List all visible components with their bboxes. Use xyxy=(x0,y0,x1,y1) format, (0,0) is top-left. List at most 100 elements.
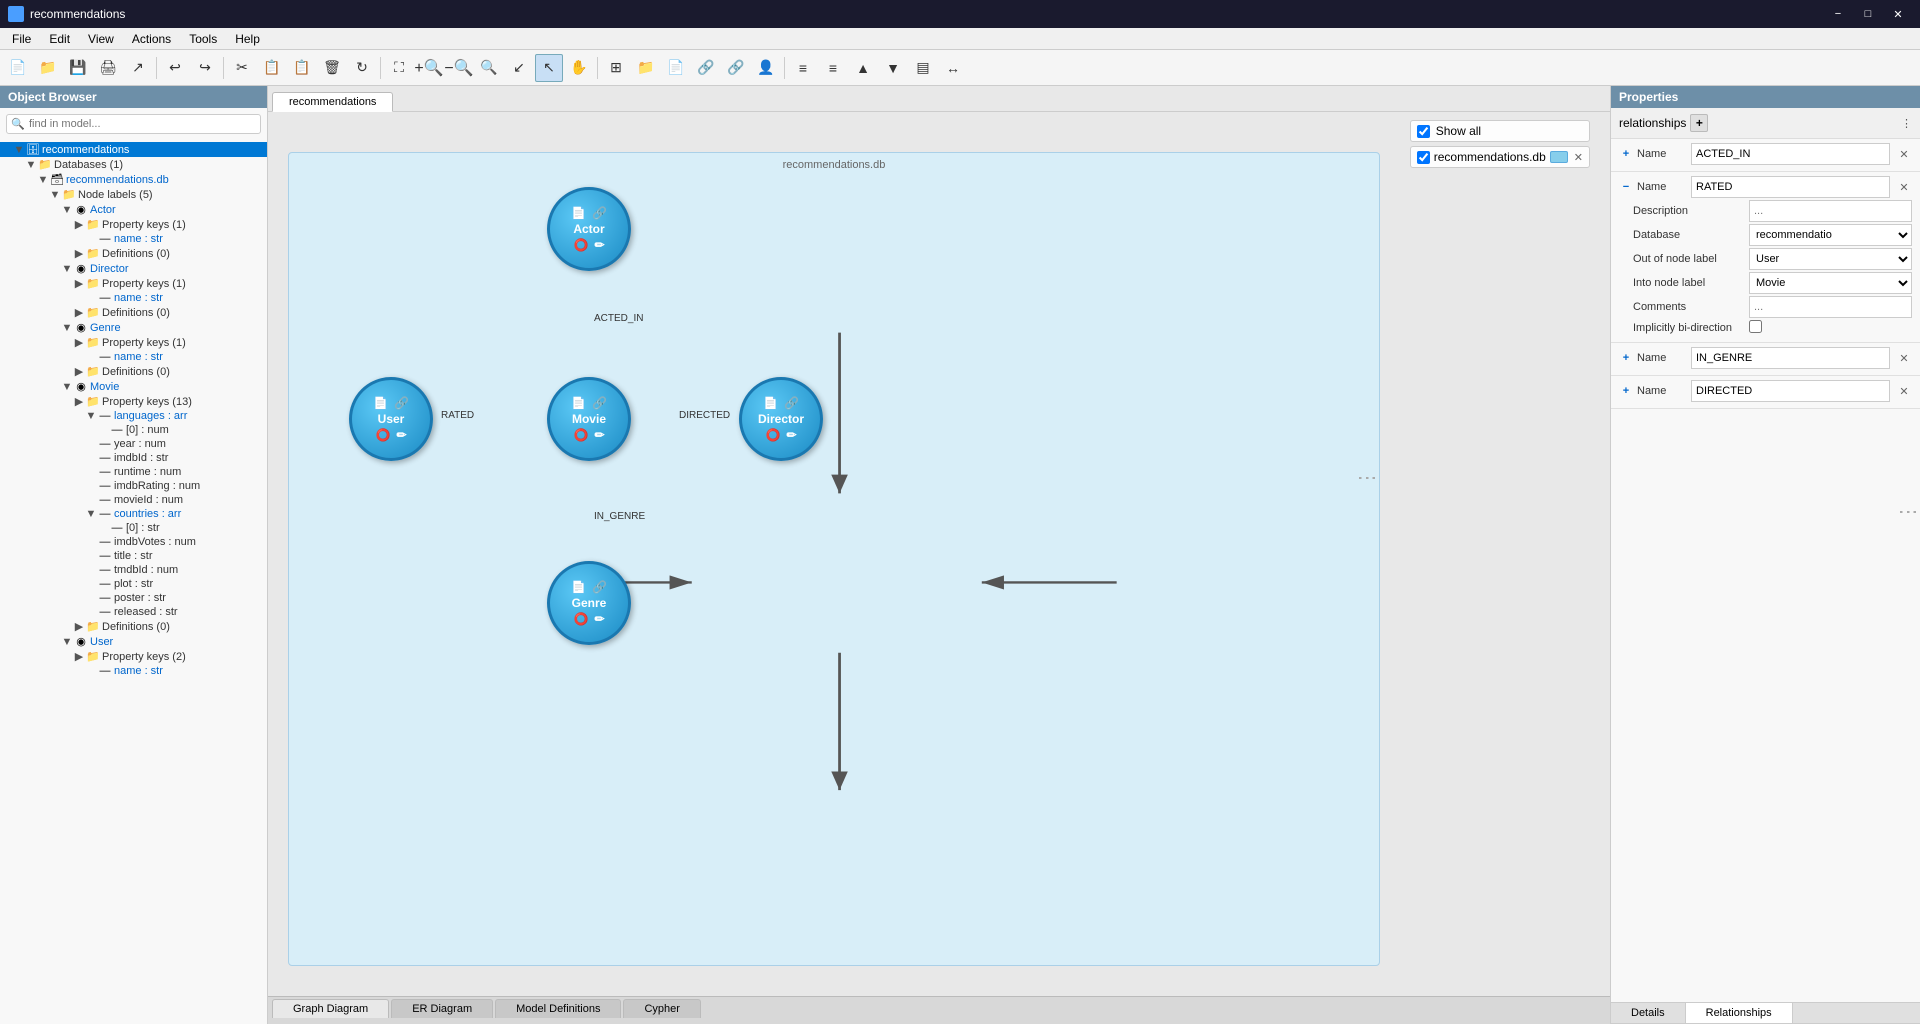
tree-movie-lang0[interactable]: — [0] : num xyxy=(0,423,267,437)
tree-expand-dbname[interactable]: ▼ xyxy=(36,174,50,186)
tree-movie-imdbvotes[interactable]: — imdbVotes : num xyxy=(0,535,267,549)
tb-rows[interactable]: ▤ xyxy=(909,54,937,82)
prop-rated-expand[interactable]: − xyxy=(1619,181,1633,193)
tree-user-prop-name[interactable]: — name : str xyxy=(0,664,267,678)
prop-rated-close[interactable]: ✕ xyxy=(1896,179,1912,195)
prop-bidir-checkbox[interactable] xyxy=(1749,320,1762,333)
tree-director[interactable]: ▼ ◉ Director xyxy=(0,261,267,276)
canvas-area[interactable]: Show all recommendations.db ✕ recommenda… xyxy=(268,112,1610,996)
tb-print[interactable]: 🖨 xyxy=(94,54,122,82)
node-movie[interactable]: 📄 🔗 Movie ⭕ ✏ xyxy=(547,377,631,461)
show-all-checkbox[interactable] xyxy=(1417,125,1430,138)
minimize-button[interactable]: − xyxy=(1824,4,1852,24)
tree-director-defs[interactable]: ▶ 📁 Definitions (0) xyxy=(0,305,267,320)
props-tab-details[interactable]: Details xyxy=(1611,1003,1686,1023)
tb-copy[interactable]: 📋 xyxy=(258,54,286,82)
tree-director-propkeys[interactable]: ▶ 📁 Property keys (1) xyxy=(0,276,267,291)
tb-grid[interactable]: ⊞ xyxy=(602,54,630,82)
tree-movie-released[interactable]: — released : str xyxy=(0,605,267,619)
tb-cut[interactable]: ✂ xyxy=(228,54,256,82)
db-checkbox[interactable] xyxy=(1417,151,1430,164)
tree-expand-nodelabels[interactable]: ▼ xyxy=(48,189,62,201)
tree-genre-defs[interactable]: ▶ 📁 Definitions (0) xyxy=(0,364,267,379)
tree-databases[interactable]: ▼ 📁 Databases (1) xyxy=(0,157,267,172)
prop-in-genre-close[interactable]: ✕ xyxy=(1896,350,1912,366)
tb-refresh[interactable]: ↻ xyxy=(348,54,376,82)
prop-rated-input[interactable] xyxy=(1691,176,1890,198)
tb-user[interactable]: 👤 xyxy=(752,54,780,82)
tb-save[interactable]: 💾 xyxy=(64,54,92,82)
more-indicator-right[interactable]: ⋮ xyxy=(1896,502,1920,522)
node-actor[interactable]: 📄 🔗 Actor ⭕ ✏ xyxy=(547,187,631,271)
tb-zoomin[interactable]: +🔍 xyxy=(415,54,443,82)
tree-movie-title[interactable]: — title : str xyxy=(0,549,267,563)
props-tab-relationships[interactable]: Relationships xyxy=(1686,1003,1793,1023)
node-director[interactable]: 📄 🔗 Director ⭕ ✏ xyxy=(739,377,823,461)
tb-open[interactable]: 📁 xyxy=(34,54,62,82)
prop-in-genre-expand[interactable]: + xyxy=(1619,352,1633,364)
tree-node-labels[interactable]: ▼ 📁 Node labels (5) xyxy=(0,187,267,202)
menu-actions[interactable]: Actions xyxy=(124,30,179,48)
tb-list1[interactable]: ≡ xyxy=(789,54,817,82)
menu-help[interactable]: Help xyxy=(227,30,268,48)
tb-fitall[interactable]: ⛶ xyxy=(385,54,413,82)
tree-user-propkeys[interactable]: ▶ 📁 Property keys (2) xyxy=(0,649,267,664)
tree-actor-prop-name[interactable]: — name : str xyxy=(0,232,267,246)
tb-paste[interactable]: 📋 xyxy=(288,54,316,82)
tree-expand-actor[interactable]: ▼ xyxy=(60,204,74,216)
tree-movie-countries[interactable]: ▼ — countries : arr xyxy=(0,507,267,521)
node-genre[interactable]: 📄 🔗 Genre ⭕ ✏ xyxy=(547,561,631,645)
tree-movie-countries0[interactable]: — [0] : str xyxy=(0,521,267,535)
tree-user[interactable]: ▼ ◉ User xyxy=(0,634,267,649)
tree-movie-imdbrating[interactable]: — imdbRating : num xyxy=(0,479,267,493)
maximize-button[interactable]: □ xyxy=(1854,4,1882,24)
bottom-tab-er[interactable]: ER Diagram xyxy=(391,999,493,1018)
tb-select[interactable]: ↖ xyxy=(535,54,563,82)
tree-movie-defs[interactable]: ▶ 📁 Definitions (0) xyxy=(0,619,267,634)
tree-movie-poster[interactable]: — poster : str xyxy=(0,591,267,605)
tb-minimize[interactable]: ↙ xyxy=(505,54,533,82)
tb-pan[interactable]: ✋ xyxy=(565,54,593,82)
tree-db-name[interactable]: ▼ 🗃 recommendations.db xyxy=(0,172,267,187)
menu-file[interactable]: File xyxy=(4,30,39,48)
prop-in-genre-input[interactable] xyxy=(1691,347,1890,369)
tb-doc[interactable]: 📄 xyxy=(662,54,690,82)
tree-expand-root[interactable]: ▼ xyxy=(12,144,26,156)
tree-movie-tmdbid[interactable]: — tmdbId : num xyxy=(0,563,267,577)
tree-movie-runtime[interactable]: — runtime : num xyxy=(0,465,267,479)
tree-root[interactable]: ▼ 🗄 recommendations xyxy=(0,142,267,157)
tb-new[interactable]: 📄 xyxy=(4,54,32,82)
prop-into-node-select[interactable]: Movie xyxy=(1749,272,1912,294)
tree-movie-plot[interactable]: — plot : str xyxy=(0,577,267,591)
prop-acted-in-expand[interactable]: + xyxy=(1619,148,1633,160)
tb-zoomfit[interactable]: 🔍 xyxy=(475,54,503,82)
tb-up[interactable]: ▲ xyxy=(849,54,877,82)
tree-genre-prop-name[interactable]: — name : str xyxy=(0,350,267,364)
menu-tools[interactable]: Tools xyxy=(181,30,225,48)
more-indicator-left[interactable]: ⋮ xyxy=(287,468,1379,488)
prop-directed-close[interactable]: ✕ xyxy=(1896,383,1912,399)
menu-edit[interactable]: Edit xyxy=(41,30,78,48)
prop-directed-input[interactable] xyxy=(1691,380,1890,402)
menu-view[interactable]: View xyxy=(80,30,122,48)
tb-zoomout[interactable]: −🔍 xyxy=(445,54,473,82)
tree-movie-year[interactable]: — year : num xyxy=(0,437,267,451)
bottom-tab-model[interactable]: Model Definitions xyxy=(495,999,621,1018)
db-badge-close[interactable]: ✕ xyxy=(1574,151,1583,164)
tb-delete[interactable]: 🗑 xyxy=(318,54,346,82)
tree-movie-languages[interactable]: ▼ — languages : arr xyxy=(0,409,267,423)
tree-movie-movieid[interactable]: — movieId : num xyxy=(0,493,267,507)
tree-movie-propkeys[interactable]: ▶ 📁 Property keys (13) xyxy=(0,394,267,409)
tb-undo[interactable]: ↩ xyxy=(161,54,189,82)
tree-actor[interactable]: ▼ ◉ Actor xyxy=(0,202,267,217)
tree-expand-db[interactable]: ▼ xyxy=(24,159,38,171)
tb-expand[interactable]: ↔ xyxy=(939,54,967,82)
tree-director-prop-name[interactable]: — name : str xyxy=(0,291,267,305)
tree-genre-propkeys[interactable]: ▶ 📁 Property keys (1) xyxy=(0,335,267,350)
prop-acted-in-input[interactable] xyxy=(1691,143,1890,165)
search-input[interactable] xyxy=(6,114,261,134)
prop-directed-expand[interactable]: + xyxy=(1619,385,1633,397)
prop-acted-in-close[interactable]: ✕ xyxy=(1896,146,1912,162)
tb-link[interactable]: 🔗 xyxy=(692,54,720,82)
tb-export[interactable]: ↗ xyxy=(124,54,152,82)
